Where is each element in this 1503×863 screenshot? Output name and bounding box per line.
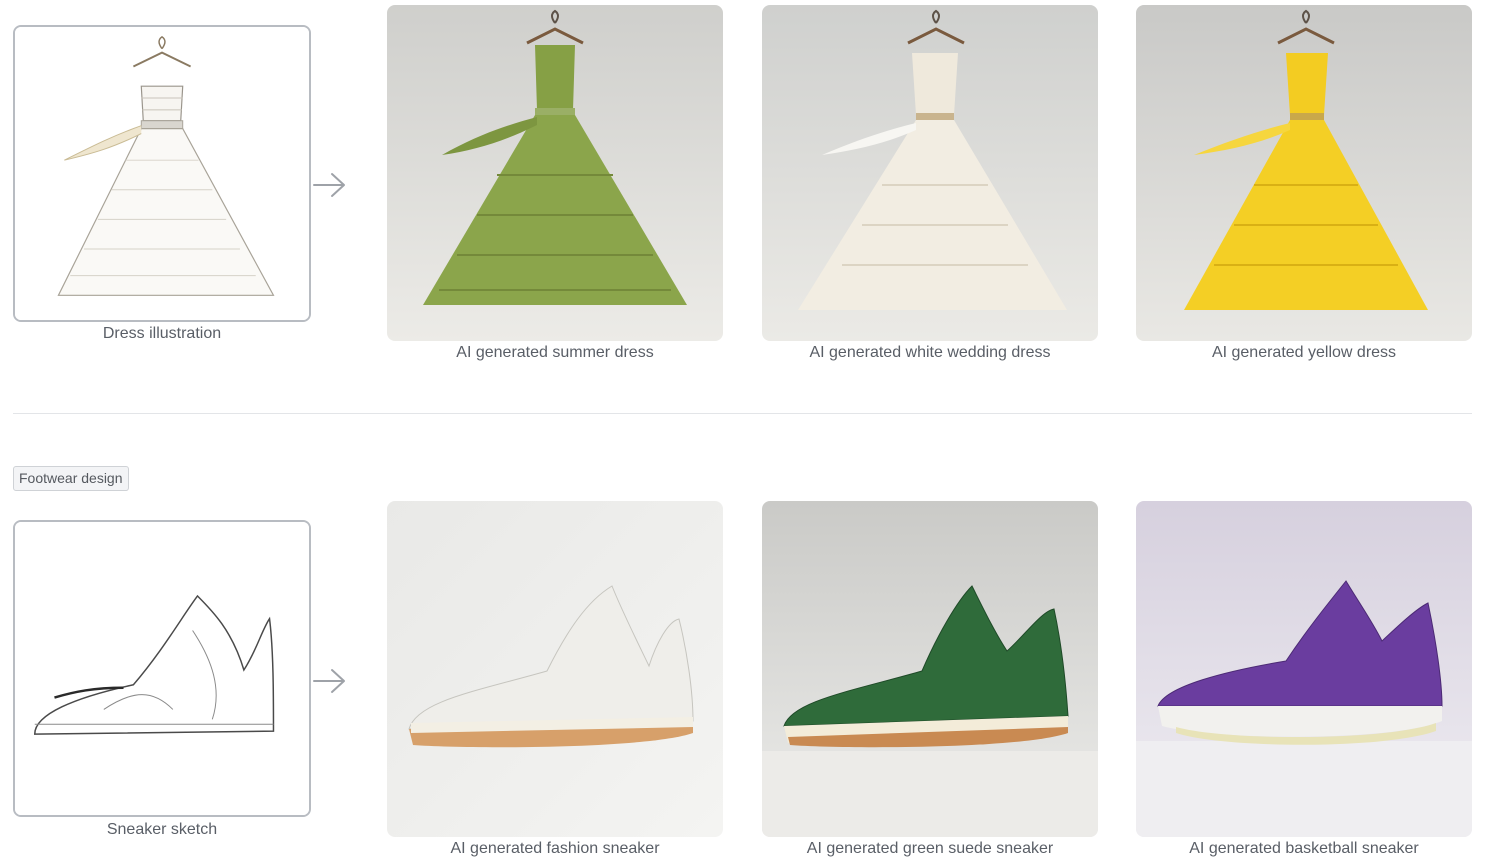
dress-sketch-image xyxy=(15,27,309,320)
yellow-dress-caption: AI generated yellow dress xyxy=(1211,344,1397,361)
white-wedding-dress-image[interactable] xyxy=(762,5,1098,341)
arrow-right-icon xyxy=(312,171,348,199)
fashion-sneaker-image[interactable] xyxy=(387,501,723,837)
summer-dress-caption: AI generated summer dress xyxy=(456,344,654,361)
white-wedding-dress-caption: AI generated white wedding dress xyxy=(809,344,1051,361)
summer-dress-image[interactable] xyxy=(387,5,723,341)
dress-illustration-caption: Dress illustration xyxy=(102,325,222,342)
basketball-sneaker-image[interactable] xyxy=(1136,501,1472,837)
basketball-sneaker-caption: AI generated basketball sneaker xyxy=(1189,840,1419,857)
sneaker-sketch-image xyxy=(15,522,309,815)
yellow-dress-image[interactable] xyxy=(1136,5,1472,341)
sneaker-sketch-caption: Sneaker sketch xyxy=(106,821,218,838)
green-suede-sneaker-caption: AI generated green suede sneaker xyxy=(806,840,1054,857)
arrow-right-icon xyxy=(312,667,348,695)
fashion-sneaker-caption: AI generated fashion sneaker xyxy=(450,840,660,857)
green-suede-sneaker-image[interactable] xyxy=(762,501,1098,837)
dress-illustration-thumbnail[interactable] xyxy=(13,25,311,322)
section-tag-footwear: Footwear design xyxy=(13,466,129,491)
sneaker-sketch-thumbnail[interactable] xyxy=(13,520,311,817)
section-divider xyxy=(13,413,1472,414)
